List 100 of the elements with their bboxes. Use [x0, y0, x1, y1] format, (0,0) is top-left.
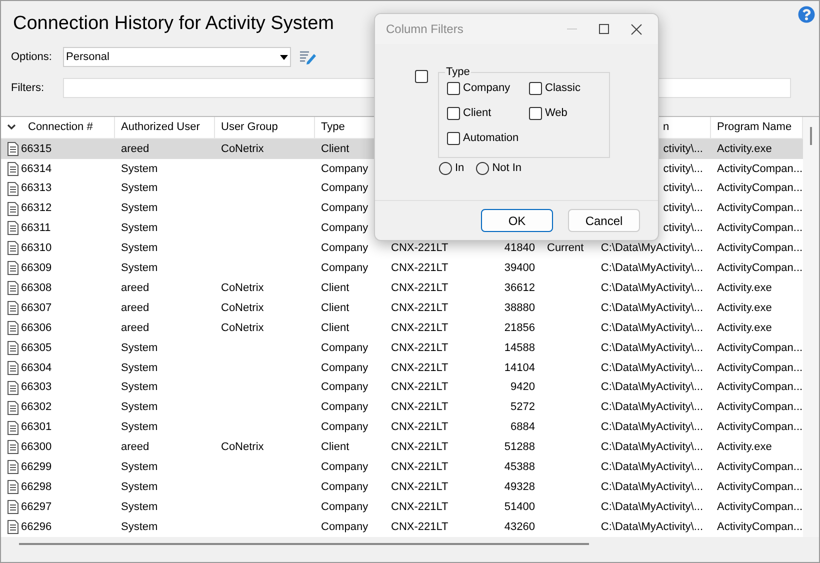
table-cell-text: Client [321, 320, 350, 336]
table-cell-text: ActivityCompan... [717, 360, 803, 376]
table-cell-text: 66315 [21, 142, 52, 157]
table-cell-text: CNX-221LT [391, 241, 448, 256]
table-cell-text: 66305 [21, 340, 52, 356]
table-cell-text: Activity.exe [717, 280, 772, 296]
table-cell-text: Activity.exe [717, 300, 772, 316]
table-cell-text: 66308 [21, 280, 52, 296]
table-cell-text: Client [321, 142, 350, 157]
table-cell-text: 5272 [510, 400, 535, 416]
table-cell-text: ctivity\... [663, 142, 703, 157]
table-cell-text: 36612 [504, 280, 535, 296]
table-cell-text: CoNetrix [221, 320, 264, 336]
table-cell-text: 6884 [510, 420, 535, 436]
table-cell-text: 66309 [21, 261, 52, 276]
table-cell-text: 49328 [504, 480, 535, 496]
table-cell-text: 66296 [21, 520, 52, 535]
table-cell-text: Current [547, 241, 584, 256]
checkbox-label: Web [545, 106, 568, 120]
table-cell-text: CNX-221LT [391, 440, 448, 456]
table-cell-text: C:\Data\MyActivity\... [600, 520, 703, 535]
table-cell-text: ActivityCompan... [717, 420, 803, 436]
table-cell-text: C:\Data\MyActivity\... [600, 460, 703, 476]
table-cell-text: Activity.exe [717, 142, 772, 157]
table-cell-text: Client [321, 280, 350, 296]
dialog-title: Column Filters [386, 21, 464, 38]
table-cell-text: CoNetrix [221, 300, 264, 316]
table-cell-text: 66310 [21, 241, 52, 256]
table-cell-text: CNX-221LT [391, 520, 448, 535]
table-cell-text: CNX-221LT [391, 320, 448, 336]
table-cell-text: C:\Data\MyActivity\... [600, 380, 703, 396]
table-cell-text: 66311 [21, 221, 51, 236]
table-cell-text: areed [121, 300, 150, 316]
table-cell-text: 51288 [504, 440, 535, 456]
table-cell-text: CNX-221LT [391, 300, 448, 316]
table-cell-text: 66303 [21, 380, 52, 396]
table-cell-text: System [121, 380, 158, 396]
table-cell-text: Company [321, 360, 368, 376]
table-cell-text: Company [321, 261, 368, 276]
table-cell-text: System [121, 162, 158, 177]
table-cell-text: ActivityCompan... [717, 181, 803, 196]
checkbox-label: Classic [545, 81, 580, 95]
table-cell-text: ctivity\... [663, 201, 703, 216]
table-cell-text: Activity.exe [717, 320, 772, 336]
table-cell-text: System [121, 520, 158, 535]
table-cell-text: CNX-221LT [391, 360, 448, 376]
radio-label: Not In [492, 161, 522, 176]
table-cell-text: ActivityCompan... [717, 221, 803, 236]
radio-label: In [455, 161, 464, 176]
table-cell-text: Company [321, 162, 368, 177]
checkbox-label: Automation [463, 131, 519, 145]
table-cell-text: CNX-221LT [391, 280, 448, 296]
table-cell-text: 14588 [504, 340, 535, 356]
table-cell-text: System [121, 500, 158, 515]
table-cell-text: System [121, 181, 158, 196]
table-cell-text: Client [321, 300, 350, 316]
table-cell-text: Client [321, 440, 350, 456]
table-cell-text: CNX-221LT [391, 460, 448, 476]
table-cell-text: System [121, 340, 158, 356]
table-cell-text: 66302 [21, 400, 52, 416]
table-cell-text: Company [321, 420, 368, 436]
table-cell-text: ActivityCompan... [717, 480, 803, 496]
table-cell-text: 9420 [510, 380, 535, 396]
table-cell-text: 45388 [504, 460, 535, 476]
table-cell-text: CoNetrix [221, 440, 264, 456]
table-cell-text: 66300 [21, 440, 52, 456]
table-cell-text: ActivityCompan... [717, 340, 803, 356]
table-cell-text: C:\Data\MyActivity\... [600, 320, 703, 336]
filters-label: Filters: [11, 80, 45, 96]
table-cell-text: 66304 [21, 360, 52, 376]
table-cell-text: ActivityCompan... [717, 201, 803, 216]
table-cell-text: C:\Data\MyActivity\... [600, 280, 703, 296]
table-cell-text: Company [321, 520, 368, 535]
table-cell-text: System [121, 480, 158, 496]
table-cell-text: Company [321, 201, 368, 216]
table-cell-text: 38880 [504, 300, 535, 316]
table-cell-text: C:\Data\MyActivity\... [600, 360, 703, 376]
table-cell-text: CNX-221LT [391, 420, 448, 436]
table-cell-text: ctivity\... [663, 162, 703, 177]
group-title: Type [445, 65, 471, 79]
table-cell-text: C:\Data\MyActivity\... [600, 480, 703, 496]
table-cell-text: 14104 [504, 360, 535, 376]
table-cell-text: CNX-221LT [391, 480, 448, 496]
table-cell-text: 21856 [504, 320, 535, 336]
table-cell-text: 66301 [21, 420, 52, 436]
table-cell-text: 66297 [21, 500, 52, 515]
table-cell-text: Company [321, 380, 368, 396]
table-cell-text: CoNetrix [221, 142, 264, 157]
table-cell-text: C:\Data\MyActivity\... [600, 420, 703, 436]
table-cell-text: CNX-221LT [391, 380, 448, 396]
table-cell-text: CNX-221LT [391, 500, 448, 515]
table-cell-text: System [121, 201, 158, 216]
table-cell-text: areed [121, 280, 150, 296]
table-cell-text: ActivityCompan... [717, 400, 803, 416]
table-cell-text: Company [321, 400, 368, 416]
table-cell-text: Company [321, 480, 368, 496]
table-cell-text: C:\Data\MyActivity\... [600, 440, 703, 456]
table-cell-text: 66314 [21, 162, 52, 177]
table-cell-text: areed [121, 142, 150, 157]
table-cell-text: CNX-221LT [391, 261, 448, 276]
